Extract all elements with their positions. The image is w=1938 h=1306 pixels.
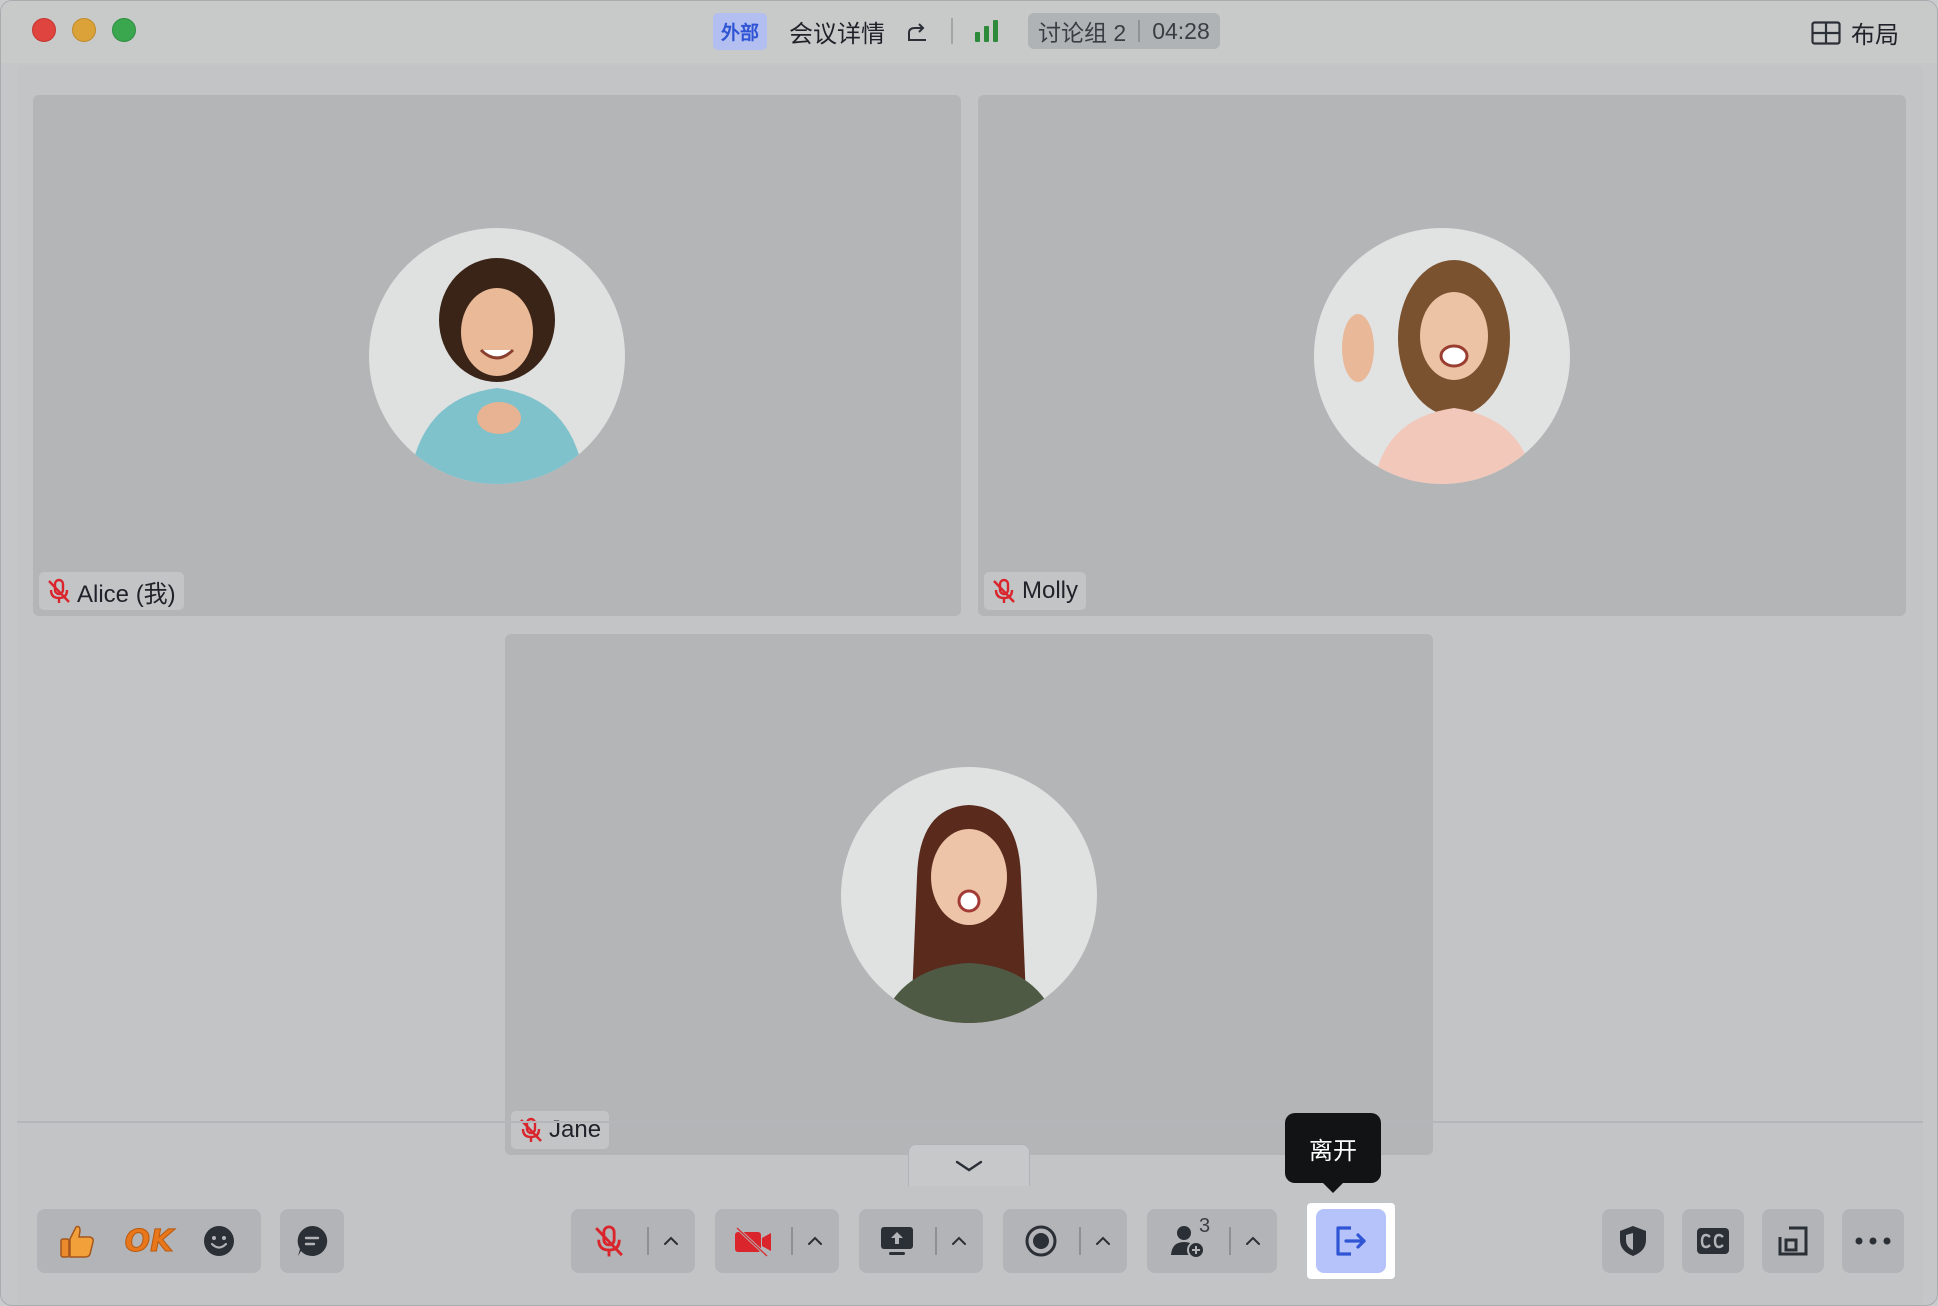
camera-button[interactable]: [715, 1209, 791, 1273]
leave-tooltip: 离开: [1285, 1113, 1381, 1193]
captions-icon: [1697, 1228, 1729, 1254]
more-group: [1842, 1209, 1904, 1273]
chevron-up-icon: [1246, 1236, 1260, 1245]
participant-name: Molly: [1022, 577, 1079, 604]
meeting-toolbar: OK 3: [17, 1121, 1923, 1305]
participant-name-label: Molly: [984, 572, 1087, 610]
pip-group: [1762, 1209, 1824, 1273]
camera-options-button[interactable]: [793, 1209, 837, 1273]
emoji-icon: [204, 1226, 234, 1256]
avatar: [369, 228, 625, 484]
chevron-up-icon: [1096, 1236, 1110, 1245]
avatar: [1314, 228, 1570, 484]
video-grid: Alice (我) Molly Jane: [17, 65, 1923, 1305]
meeting-window: 外部 会议详情 讨论组 2 04:28 布局 Alice (我) Molly J…: [0, 0, 1938, 1306]
meeting-title-area: 外部 会议详情 讨论组 2 04:28: [713, 12, 1220, 50]
record-icon: [1025, 1225, 1057, 1257]
ok-reaction-label: OK: [124, 1223, 174, 1259]
chat-group: [280, 1209, 344, 1273]
close-window-button[interactable]: [32, 18, 56, 42]
thumbs-up-button[interactable]: [37, 1209, 117, 1273]
layout-icon: [1811, 20, 1841, 45]
more-icon: [1855, 1237, 1891, 1245]
share-options-button[interactable]: [937, 1209, 981, 1273]
title-divider: [951, 18, 954, 44]
mic-off-icon: [48, 578, 70, 603]
leave-button[interactable]: [1316, 1209, 1386, 1273]
participants-options-button[interactable]: [1231, 1209, 1275, 1273]
avatar: [841, 767, 1097, 1023]
record-group: [1003, 1209, 1127, 1273]
share-screen-icon: [881, 1227, 913, 1255]
participant-name: Alice (我): [77, 580, 176, 608]
leave-button-highlight: [1307, 1203, 1395, 1279]
emoji-button[interactable]: [181, 1209, 257, 1273]
record-options-button[interactable]: [1081, 1209, 1125, 1273]
layout-button[interactable]: 布局: [1811, 15, 1899, 50]
share-screen-group: [859, 1209, 983, 1273]
share-screen-button[interactable]: [859, 1209, 935, 1273]
participant-name-label: Alice (我): [39, 572, 184, 610]
camera-off-icon: [735, 1226, 771, 1257]
chat-button[interactable]: [280, 1209, 344, 1273]
mic-group: [571, 1209, 695, 1273]
participants-count: 3: [1199, 1215, 1211, 1237]
security-icon: [1620, 1226, 1646, 1256]
chevron-up-icon: [664, 1236, 678, 1245]
camera-group: [715, 1209, 839, 1273]
participant-tile[interactable]: Alice (我): [33, 95, 961, 616]
pip-icon: [1778, 1226, 1808, 1256]
reactions-group: OK: [37, 1209, 261, 1273]
breakout-room-name: 讨论组 2: [1038, 20, 1127, 46]
pip-button[interactable]: [1762, 1209, 1824, 1273]
participants-group: 3: [1147, 1209, 1277, 1273]
leave-icon: [1336, 1226, 1366, 1256]
minimize-window-button[interactable]: [72, 18, 96, 42]
share-icon[interactable]: [905, 19, 929, 43]
participant-tile[interactable]: Molly: [978, 95, 1906, 616]
mic-options-button[interactable]: [649, 1209, 693, 1273]
mic-off-icon: [993, 578, 1015, 603]
security-button[interactable]: [1602, 1209, 1664, 1273]
meeting-timer: 04:28: [1152, 17, 1210, 44]
more-button[interactable]: [1842, 1209, 1904, 1273]
participant-tile[interactable]: Jane: [505, 634, 1433, 1155]
chevron-up-icon: [952, 1236, 966, 1245]
security-group: [1602, 1209, 1664, 1273]
ok-reaction-button[interactable]: OK: [117, 1209, 181, 1273]
chat-icon: [297, 1225, 328, 1256]
external-badge: 外部: [713, 12, 768, 50]
mute-button[interactable]: [571, 1209, 647, 1273]
breakout-divider: [1138, 20, 1141, 42]
captions-button[interactable]: [1682, 1209, 1744, 1273]
participants-button[interactable]: 3: [1147, 1209, 1229, 1273]
meeting-details-link[interactable]: 会议详情: [789, 14, 885, 49]
thumbs-up-icon: [60, 1225, 94, 1258]
chevron-up-icon: [808, 1236, 822, 1245]
signal-icon[interactable]: [975, 20, 999, 42]
layout-label: 布局: [1851, 22, 1899, 49]
record-button[interactable]: [1003, 1209, 1079, 1273]
mic-off-icon: [595, 1225, 623, 1257]
zoom-window-button[interactable]: [112, 18, 136, 42]
captions-group: [1682, 1209, 1744, 1273]
breakout-room-badge[interactable]: 讨论组 2 04:28: [1028, 13, 1220, 49]
title-bar: 外部 会议详情 讨论组 2 04:28 布局: [1, 1, 1937, 63]
